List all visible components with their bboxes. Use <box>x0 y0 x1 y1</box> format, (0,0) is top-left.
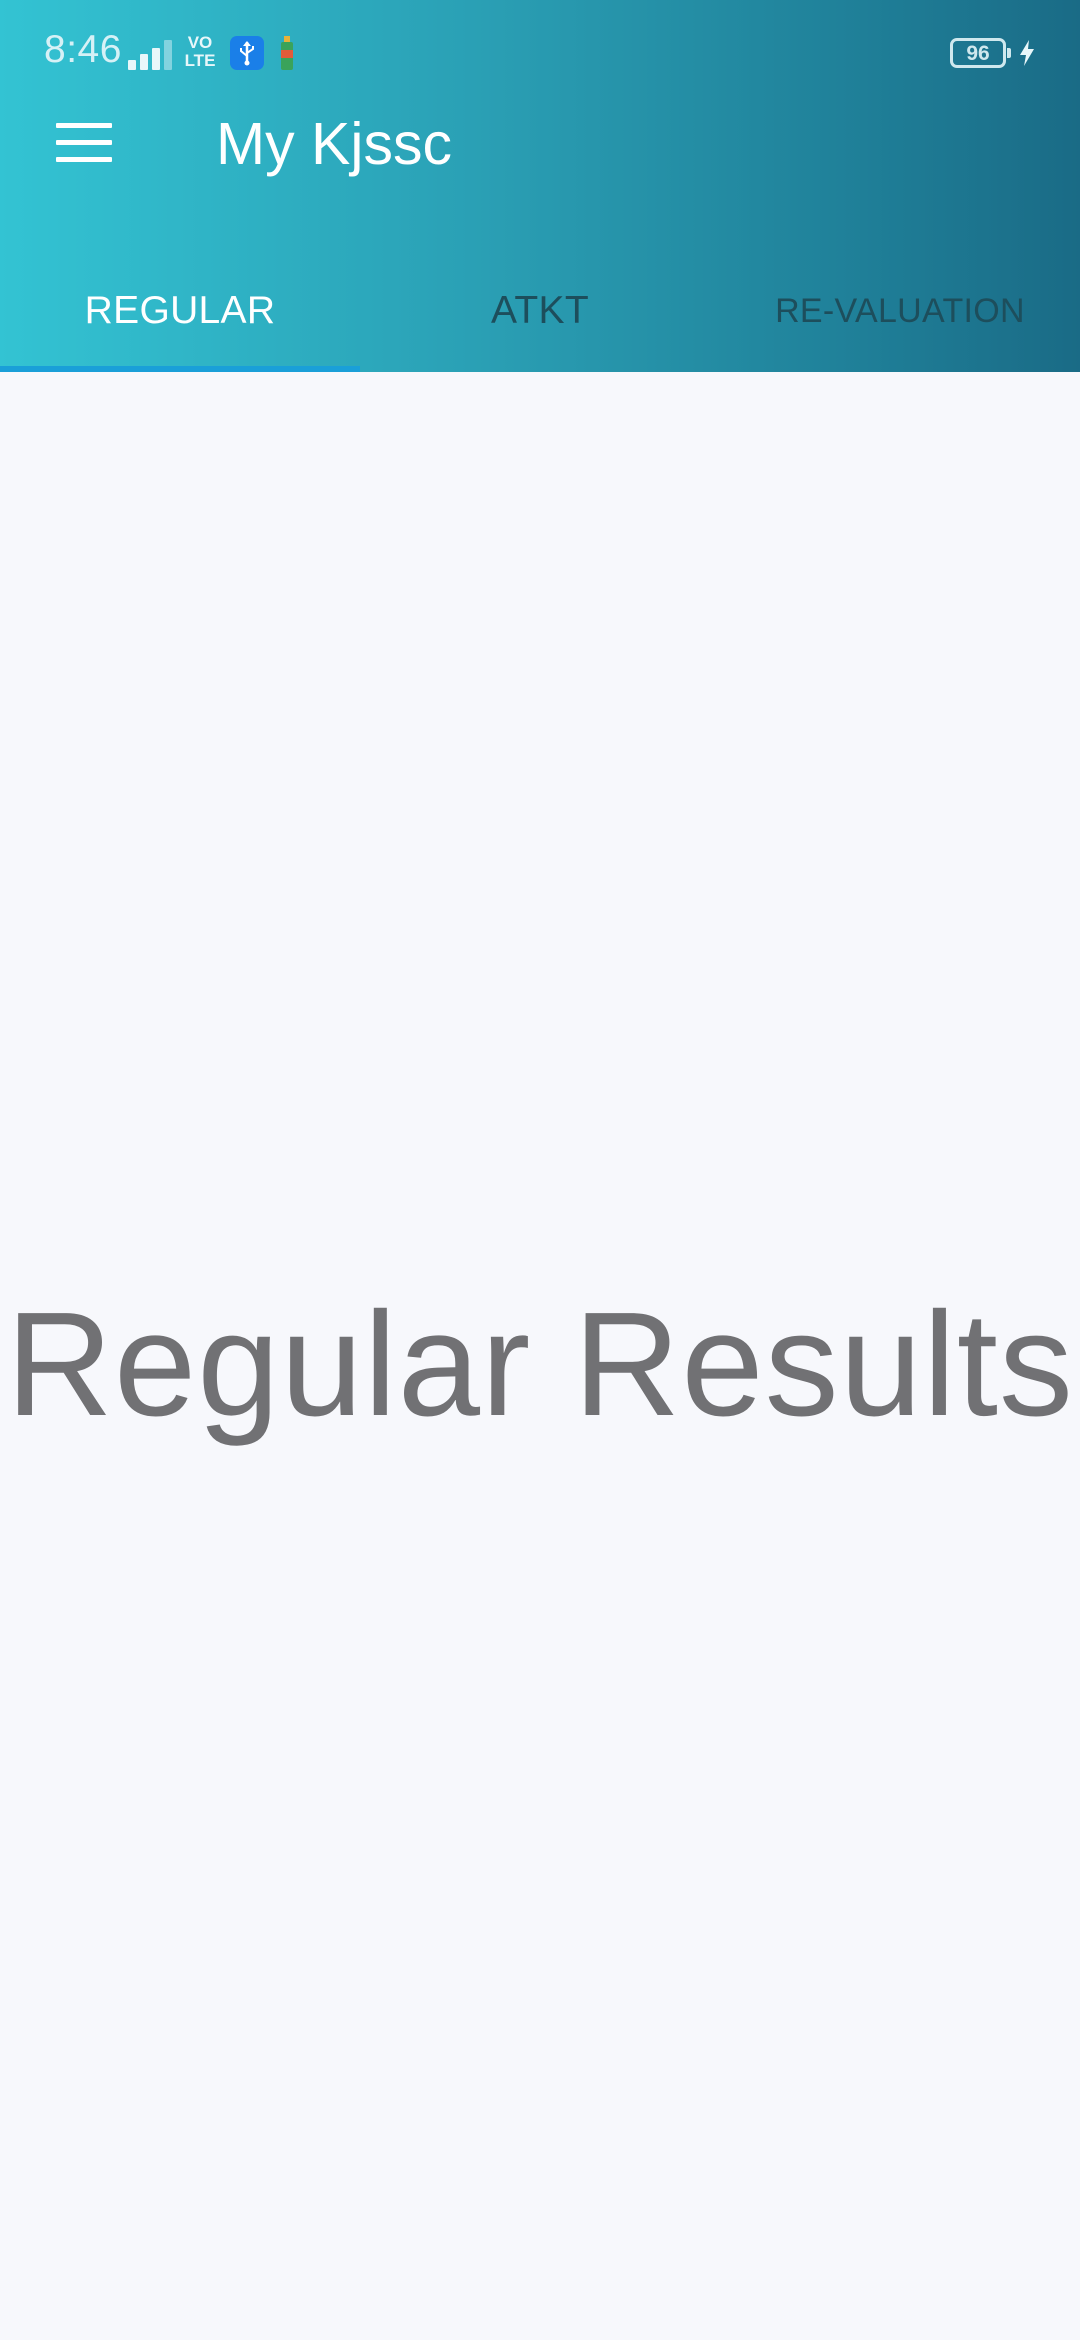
app-bar: 8:46 VO LTE 96 My Kjssc REGULAR ATKT RE-… <box>0 0 1080 372</box>
volte-icon: VO LTE <box>182 34 218 72</box>
status-bar: 8:46 VO LTE 96 <box>0 0 1080 110</box>
volte-top-label: VO <box>187 33 213 52</box>
bottle-icon <box>278 34 296 72</box>
tab-re-valuation[interactable]: RE-VALUATION <box>720 250 1080 372</box>
results-heading: Regular Results <box>6 1282 1074 1447</box>
page-title: My Kjssc <box>216 111 452 177</box>
battery-tip <box>1007 48 1011 58</box>
hamburger-menu-icon[interactable] <box>38 102 130 182</box>
tab-regular[interactable]: REGULAR <box>0 250 360 372</box>
tab-bar: REGULAR ATKT RE-VALUATION <box>0 250 1080 372</box>
volte-bottom-label: LTE <box>184 51 216 70</box>
charging-bolt-icon <box>1016 38 1038 68</box>
usb-icon <box>230 36 264 70</box>
signal-icon <box>128 38 174 70</box>
tab-atkt[interactable]: ATKT <box>360 250 720 372</box>
status-time: 8:46 <box>44 28 122 71</box>
battery-icon: 96 <box>950 38 1006 68</box>
